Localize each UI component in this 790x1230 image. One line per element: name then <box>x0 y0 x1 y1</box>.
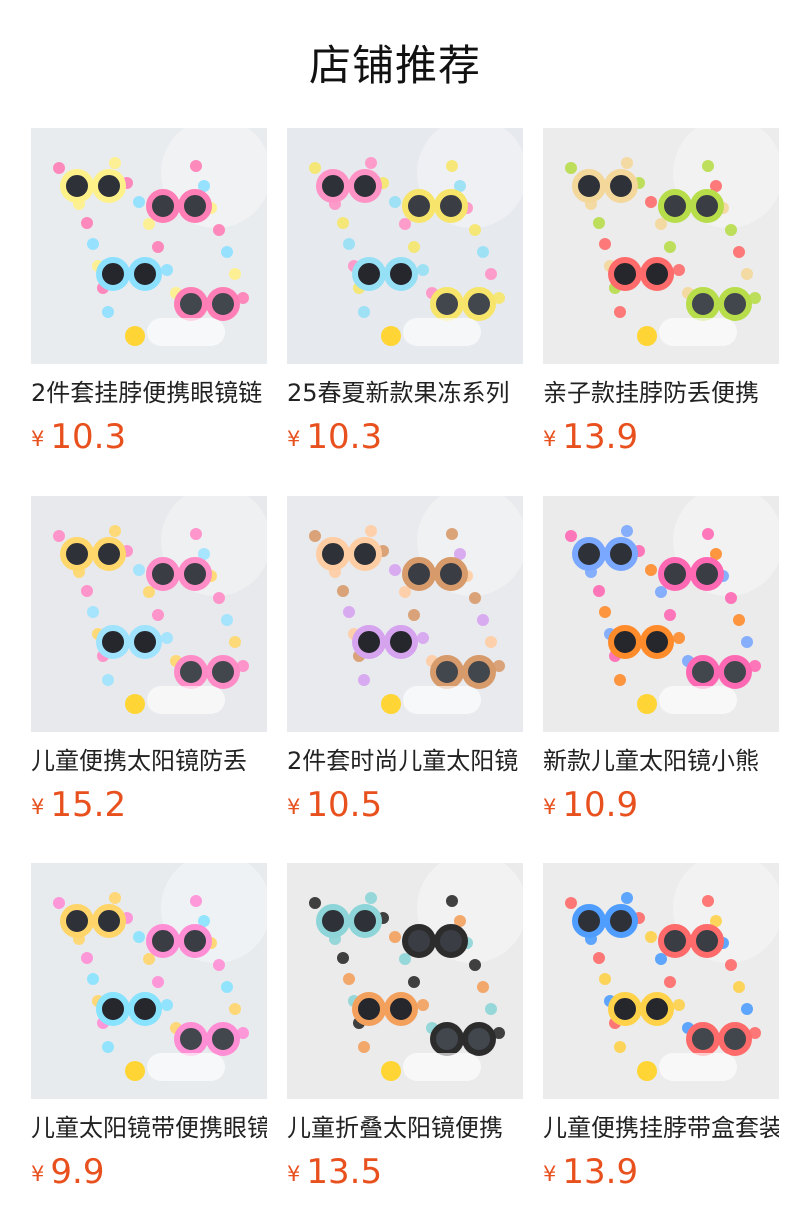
price-amount: 13.9 <box>562 417 639 457</box>
product-card[interactable]: 新款儿童太阳镜小熊 ¥10.9 <box>543 496 779 846</box>
product-title[interactable]: 25春夏新款果冻系列 <box>287 378 523 412</box>
currency-symbol: ¥ <box>287 795 301 819</box>
product-price: ¥10.3 <box>287 415 382 459</box>
product-price: ¥10.3 <box>31 415 126 459</box>
price-amount: 9.9 <box>50 1152 105 1192</box>
kids-sunglasses-chain-photo[interactable] <box>31 128 267 364</box>
product-card[interactable]: 2件套挂脖便携眼镜链 ¥10.3 <box>31 128 267 478</box>
price-amount: 13.9 <box>562 1152 639 1192</box>
price-amount: 10.3 <box>50 417 127 457</box>
product-title[interactable]: 新款儿童太阳镜小熊 <box>543 746 779 780</box>
product-title[interactable]: 儿童便携太阳镜防丢 <box>31 746 267 780</box>
currency-symbol: ¥ <box>31 427 45 451</box>
product-price: ¥10.5 <box>287 783 382 827</box>
product-card[interactable]: 2件套时尚儿童太阳镜 ¥10.5 <box>287 496 523 846</box>
product-price: ¥10.9 <box>543 783 638 827</box>
product-price: ¥9.9 <box>31 1150 104 1194</box>
product-card[interactable]: 25春夏新款果冻系列 ¥10.3 <box>287 128 523 478</box>
family-sunglasses-photo[interactable] <box>543 128 779 364</box>
price-amount: 10.5 <box>306 785 383 825</box>
currency-symbol: ¥ <box>543 1162 557 1186</box>
product-title[interactable]: 2件套挂脖便携眼镜链 <box>31 378 267 412</box>
currency-symbol: ¥ <box>31 1162 45 1186</box>
page-title: 店铺推荐 <box>308 41 481 90</box>
product-price: ¥13.9 <box>543 415 638 459</box>
kids-sunglasses-case-photo[interactable] <box>31 496 267 732</box>
bear-sunglasses-photo[interactable] <box>543 496 779 732</box>
product-title[interactable]: 儿童折叠太阳镜便携 <box>287 1113 523 1147</box>
price-amount: 10.3 <box>306 417 383 457</box>
product-price: ¥15.2 <box>31 783 126 827</box>
price-amount: 10.9 <box>562 785 639 825</box>
product-title[interactable]: 2件套时尚儿童太阳镜 <box>287 746 523 780</box>
rainbow-sunglasses-photo[interactable] <box>31 863 267 1099</box>
product-card[interactable]: 儿童太阳镜带便携眼镜 ¥9.9 <box>31 863 267 1213</box>
currency-symbol: ¥ <box>287 1162 301 1186</box>
product-title[interactable]: 儿童太阳镜带便携眼镜 <box>31 1113 267 1147</box>
product-price: ¥13.9 <box>543 1150 638 1194</box>
price-amount: 15.2 <box>50 785 127 825</box>
jelly-sunglasses-photo[interactable] <box>287 128 523 364</box>
fashion-kids-sunglasses-photo[interactable] <box>287 496 523 732</box>
case-lanyard-sunglasses-photo[interactable] <box>543 863 779 1099</box>
product-card[interactable]: 亲子款挂脖防丢便携 ¥13.9 <box>543 128 779 478</box>
product-title[interactable]: 亲子款挂脖防丢便携 <box>543 378 779 412</box>
product-card[interactable]: 儿童便携太阳镜防丢 ¥15.2 <box>31 496 267 846</box>
currency-symbol: ¥ <box>31 795 45 819</box>
currency-symbol: ¥ <box>543 427 557 451</box>
product-card[interactable]: 儿童折叠太阳镜便携 ¥13.5 <box>287 863 523 1213</box>
product-card[interactable]: 儿童便携挂脖带盒套装 ¥13.9 <box>543 863 779 1213</box>
currency-symbol: ¥ <box>543 795 557 819</box>
price-amount: 13.5 <box>306 1152 383 1192</box>
product-title[interactable]: 儿童便携挂脖带盒套装 <box>543 1113 779 1147</box>
folding-sunglasses-photo[interactable] <box>287 863 523 1099</box>
product-price: ¥13.5 <box>287 1150 382 1194</box>
currency-symbol: ¥ <box>287 427 301 451</box>
